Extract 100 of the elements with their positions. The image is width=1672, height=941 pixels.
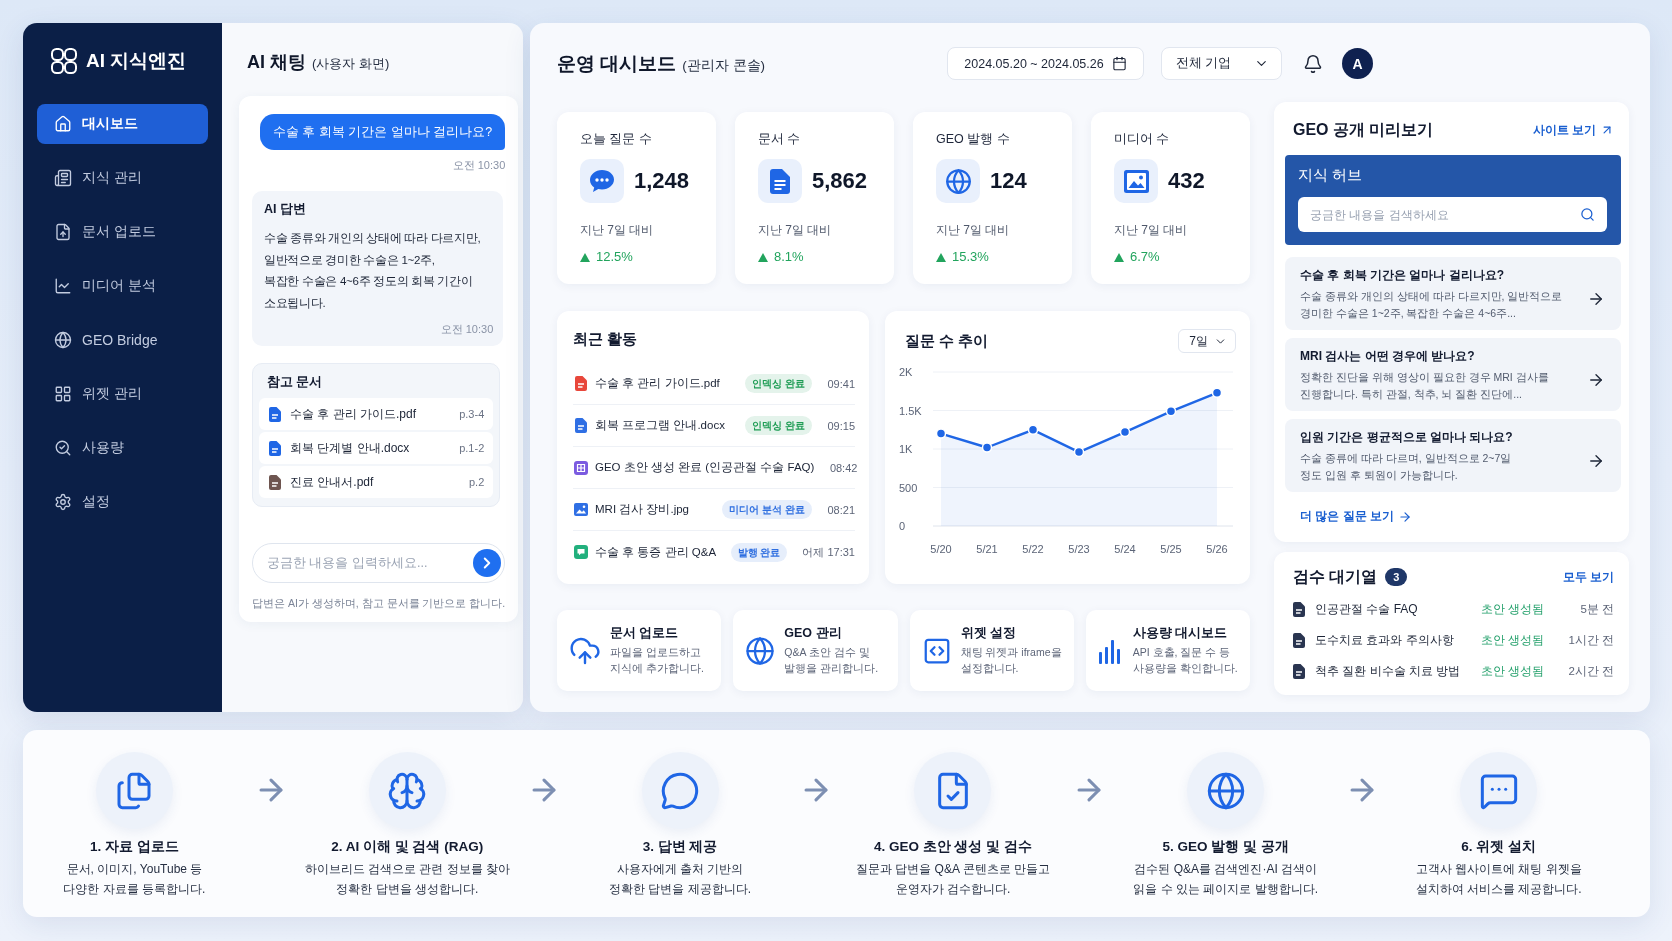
faq-item[interactable]: 수술 후 회복 기간은 얼마나 걸리나요? 수술 종류와 개인의 상태에 따라 다르지만, 일반적으로 경미한 수술은 1~2주, 복잡한 수술은 4~6주... xyxy=(1285,257,1621,330)
axis-label: 5/24 xyxy=(1114,543,1136,555)
chat-icon xyxy=(573,545,588,559)
axis-label: 0 xyxy=(899,520,906,532)
shortcut-title: GEO 관리 xyxy=(784,625,843,641)
stat-change: 6.7% xyxy=(1130,250,1160,264)
document-icon xyxy=(1293,602,1305,617)
document-icon xyxy=(758,159,802,203)
nav-item[interactable]: 사용량 xyxy=(37,428,208,468)
more-link[interactable]: 더 많은 질문 보기 xyxy=(1300,508,1412,525)
nav-item[interactable]: 설정 xyxy=(37,482,208,522)
stat-label: 문서 수 xyxy=(758,132,802,146)
message-bubble: 수술 후 회복 기간은 얼마나 걸리나요? xyxy=(259,114,506,150)
message-time: 오전 10:30 xyxy=(440,323,494,336)
nav-item[interactable]: 문서 업로드 xyxy=(37,212,208,252)
shortcut-description: 채팅 위젯과 iframe을 설정합니다. xyxy=(960,645,1062,676)
axis-label: 5/23 xyxy=(1068,543,1090,555)
stat-label: 오늘 질문 수 xyxy=(580,132,653,146)
faq-answer: 정확한 진단을 위해 영상이 필요한 경우 MRI 검사를 진행합니다. 특히 관절, 척추, 뇌 질환 진단에... xyxy=(1300,370,1550,402)
nav-item[interactable]: 미디어 분석 xyxy=(37,266,208,306)
view-all-link[interactable]: 모두 보기 xyxy=(1562,568,1614,586)
stat-value: 124 xyxy=(990,168,1027,194)
activity-name: 수술 후 통증 관리 Q&A xyxy=(595,544,718,560)
chart-point xyxy=(1073,446,1085,458)
shortcut-card[interactable]: 사용량 대시보드 API 호출, 질문 수 등 사용량을 확인합니다. xyxy=(1085,610,1250,691)
shortcut-card[interactable]: 위젯 설정 채팅 위젯과 iframe을 설정합니다. xyxy=(909,610,1074,691)
nav-item[interactable]: 대시보드 xyxy=(37,104,208,144)
reference-row[interactable]: 회복 단계별 안내.docx p.1-2 xyxy=(259,432,494,464)
answer-text: 수술 종류와 개인의 상태에 따라 다르지만, 일반적으로 경미한 수술은 1~2주, 복잡한 수술은 4~6주 정도의 회복 기간이 소요됩니다. xyxy=(264,231,482,311)
stat-value: 5,862 xyxy=(812,168,868,194)
panel-subtitle: (사용자 화면) xyxy=(312,55,390,73)
stat-caption: 지난 7일 대비 xyxy=(758,223,833,237)
axis-label: 1K xyxy=(899,443,913,455)
nav-item[interactable]: 위젯 관리 xyxy=(37,374,208,414)
activity-time: 어제 17:31 xyxy=(802,544,855,560)
step-description: 하이브리드 검색으로 관련 정보를 찾아 정확한 답변을 생성합니다. xyxy=(304,861,510,898)
nav-item[interactable]: GEO Bridge xyxy=(37,320,208,360)
count-badge: 3 xyxy=(1385,568,1408,586)
queue-title: 인공관절 수술 FAQ xyxy=(1315,601,1419,618)
chat-bubble-icon xyxy=(580,159,624,203)
globe-icon xyxy=(936,159,980,203)
stat-label: GEO 발행 수 xyxy=(936,132,1011,146)
chat-input[interactable]: 궁금한 내용을 입력하세요... xyxy=(252,543,506,583)
panel-title: AI 채팅 xyxy=(247,51,306,73)
period-select[interactable]: 7일 xyxy=(1178,329,1236,353)
stat-caption: 지난 7일 대비 xyxy=(1114,223,1189,237)
queue-time: 5분 전 xyxy=(1579,602,1614,617)
search-field[interactable]: 궁금한 내용을 검색하세요 xyxy=(1298,197,1607,232)
status-badge: 인덱싱 완료 xyxy=(745,416,812,435)
step-description: 고객사 웹사이트에 채팅 위젯을 설치하여 서비스를 제공합니다. xyxy=(1415,861,1582,898)
faq-item[interactable]: MRI 검사는 어떤 경우에 받나요? 정확한 진단을 위해 영상이 필요한 경우 MRI 검사를 진행합니다. 특히 관절, 척추, 뇌 질환 진단에... xyxy=(1285,338,1621,411)
stat-caption: 지난 7일 대비 xyxy=(580,223,655,237)
card-title: 질문 수 추이 xyxy=(905,331,989,351)
faq-answer: 수술 종류에 따라 다르며, 일반적으로 2~7일 정도 입원 후 퇴원이 가능합니다. xyxy=(1300,451,1513,483)
queue-time: 1시간 전 xyxy=(1567,633,1614,648)
bell-icon[interactable] xyxy=(1303,53,1323,74)
page-range: p.3-4 xyxy=(459,408,485,420)
file-icon xyxy=(574,376,587,391)
grid-icon xyxy=(54,385,72,403)
queue-title: 도수치료 효과와 주의사항 xyxy=(1315,632,1455,649)
shortcut-card[interactable]: GEO 관리 Q&A 초안 검수 및 발행을 관리합니다. xyxy=(733,610,898,691)
image-icon xyxy=(1114,159,1158,203)
reference-row[interactable]: 진료 안내서.pdf p.2 xyxy=(259,466,494,498)
activity-name: GEO 초안 생성 완료 (인공관절 수술 FAQ) xyxy=(595,460,815,475)
axis-label: 5/25 xyxy=(1160,543,1182,555)
activity-time: 08:21 xyxy=(827,503,855,516)
queue-title: 척추 질환 비수술 치료 방법 xyxy=(1315,663,1462,680)
shortcut-card[interactable]: 문서 업로드 파일을 업로드하고 지식에 추가합니다. xyxy=(557,610,722,691)
date-range-picker[interactable]: 2024.05.20 ~ 2024.05.26 xyxy=(947,47,1144,80)
chart-point xyxy=(981,442,993,453)
message-time: 오전 10:30 xyxy=(452,159,506,172)
stat-change: 8.1% xyxy=(774,250,804,264)
stat-change: 12.5% xyxy=(596,250,633,264)
reference-name: 회복 단계별 안내.docx xyxy=(290,439,411,457)
queue-time: 2시간 전 xyxy=(1567,664,1614,679)
status-badge: 인덱싱 완료 xyxy=(745,374,812,393)
activity-time: 09:15 xyxy=(827,419,855,432)
activity-time: 09:41 xyxy=(827,377,855,390)
company-select[interactable]: 전체 기업 xyxy=(1161,47,1282,80)
page-title: 운영 대시보드 xyxy=(557,51,677,76)
faq-item[interactable]: 입원 기간은 평균적으로 얼마나 되나요? 수술 종류에 따라 다르며, 일반적으로 2~7일 정도 입원 후 퇴원이 가능합니다. xyxy=(1285,419,1621,492)
nav-item[interactable]: 지식 관리 xyxy=(37,158,208,198)
file-icon xyxy=(574,418,587,433)
search-icon xyxy=(1580,207,1595,222)
axis-label: 5/26 xyxy=(1206,543,1228,555)
reference-heading: 참고 문서 xyxy=(266,374,324,390)
line-chart-icon xyxy=(54,277,72,295)
image-icon xyxy=(573,503,588,516)
site-link[interactable]: 사이트 보기 xyxy=(1532,121,1614,139)
step-description: 사용자에게 출처 기반의 정확한 답변을 제공합니다. xyxy=(609,861,752,898)
user-avatar[interactable]: A xyxy=(1342,48,1373,79)
arrow-right-icon xyxy=(1398,509,1412,524)
stat-value: 1,248 xyxy=(634,168,690,194)
chart-point xyxy=(1165,406,1177,417)
search-check-icon xyxy=(54,439,72,457)
shortcut-description: 파일을 업로드하고 지식에 추가합니다. xyxy=(610,645,704,676)
shortcut-title: 위젯 설정 xyxy=(960,625,1017,641)
reference-row[interactable]: 수술 후 관리 가이드.pdf p.3-4 xyxy=(259,398,494,430)
newspaper-icon xyxy=(54,169,72,187)
logo-text: AI 지식엔진 xyxy=(86,49,187,73)
